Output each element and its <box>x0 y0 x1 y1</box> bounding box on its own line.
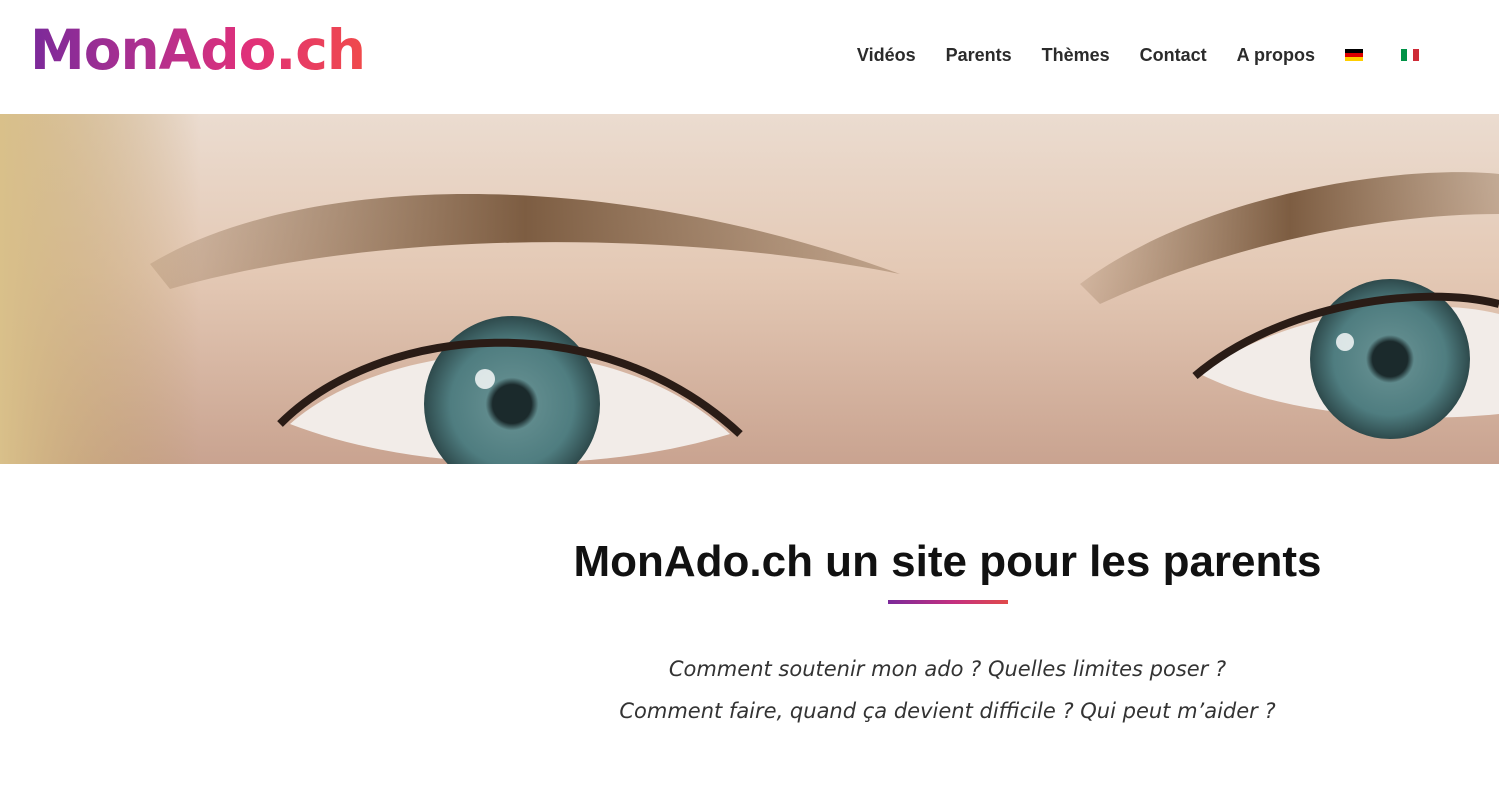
main-navigation: Vidéos Parents Thèmes Contact A propos <box>857 42 1419 68</box>
nav-item-themes[interactable]: Thèmes <box>1042 45 1110 66</box>
eyes-photo <box>0 114 1499 464</box>
nav-item-parents[interactable]: Parents <box>946 45 1012 66</box>
nav-item-videos[interactable]: Vidéos <box>857 45 916 66</box>
title-divider <box>887 600 1008 604</box>
page: MonAdo.ch Vidéos Parents Thèmes Contact … <box>0 0 1499 804</box>
nav-item-contact[interactable]: Contact <box>1140 45 1207 66</box>
intro-text: Comment soutenir mon ado ? Quelles limit… <box>560 648 1335 732</box>
intro-line-2: Comment faire, quand ça devient difficil… <box>619 699 1276 723</box>
hero-image <box>0 114 1499 464</box>
site-header: MonAdo.ch Vidéos Parents Thèmes Contact … <box>0 0 1499 114</box>
intro-line-1: Comment soutenir mon ado ? Quelles limit… <box>668 657 1227 681</box>
intro-section: MonAdo.ch un site pour les parents Comme… <box>560 464 1335 804</box>
italian-flag-icon[interactable] <box>1401 49 1419 61</box>
site-logo[interactable]: MonAdo.ch <box>30 18 366 82</box>
page-title: MonAdo.ch un site pour les parents <box>573 537 1322 586</box>
german-flag-icon[interactable] <box>1345 49 1363 61</box>
nav-item-a-propos[interactable]: A propos <box>1237 45 1315 66</box>
